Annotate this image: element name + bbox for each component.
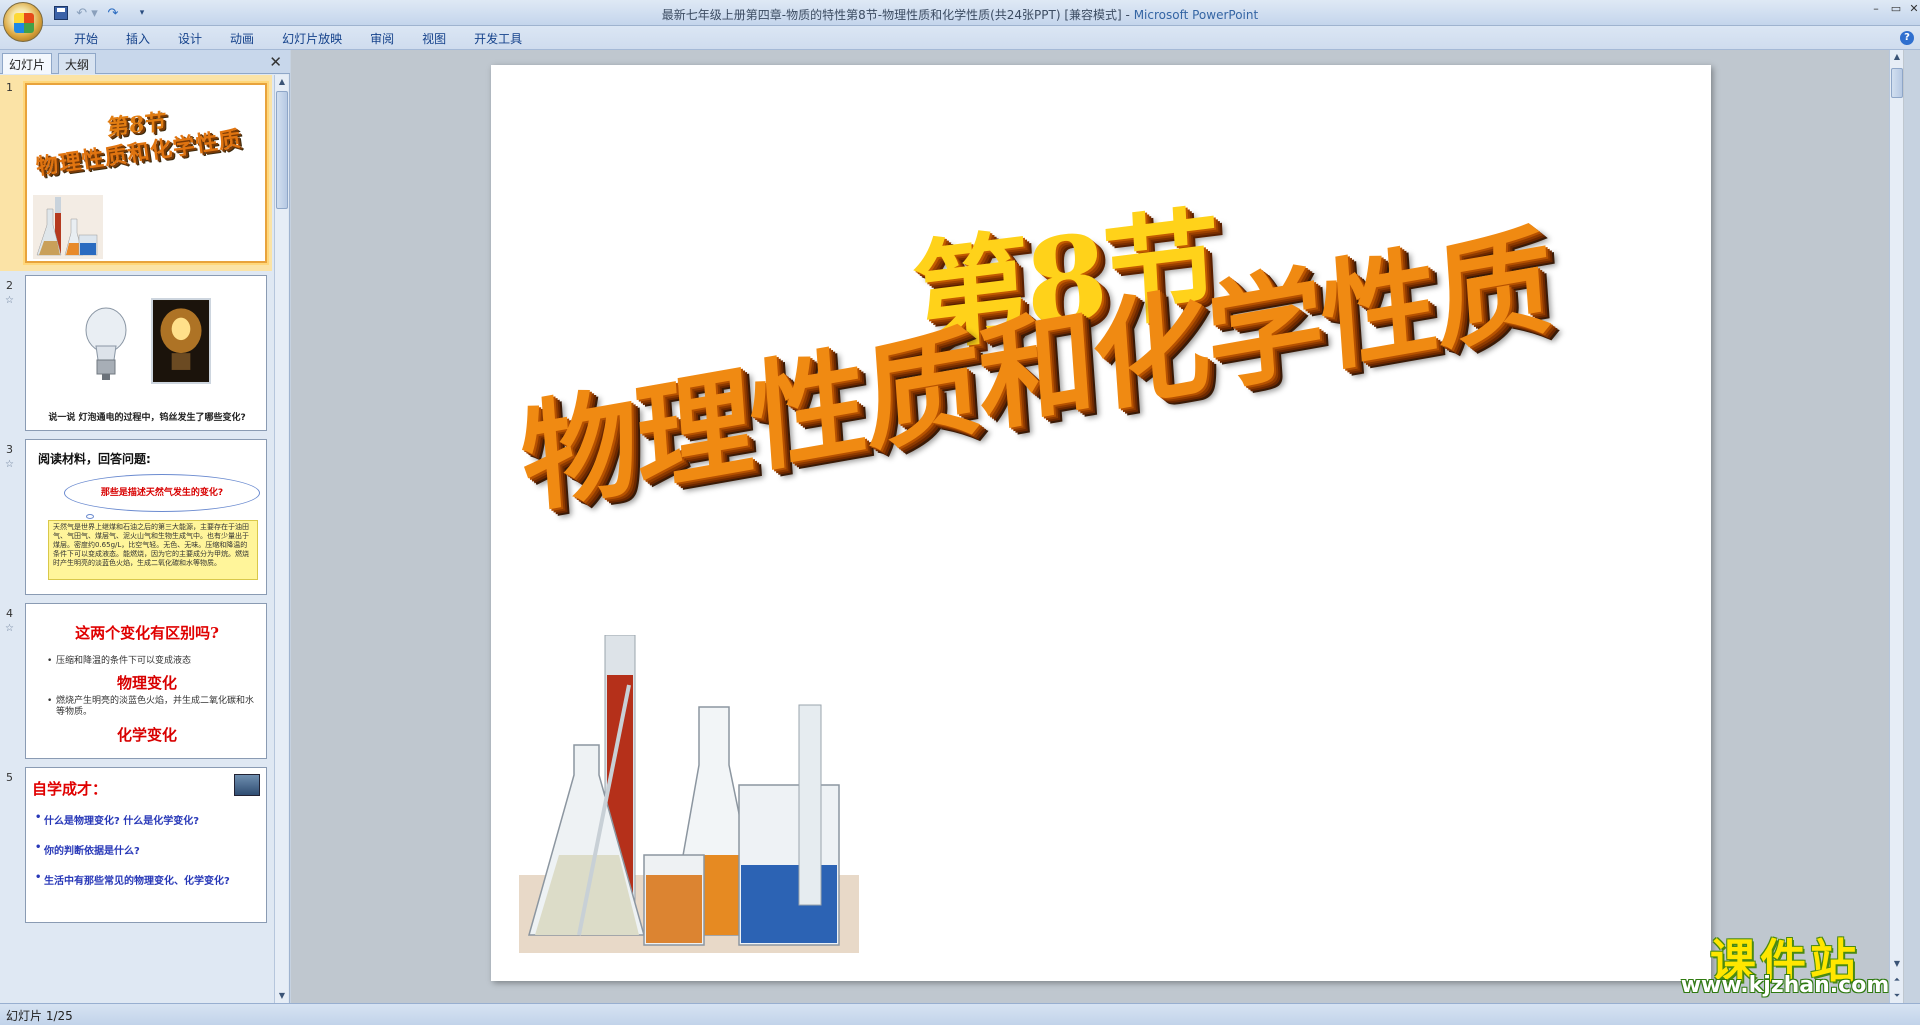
slide-number: 3	[6, 443, 13, 456]
slide-counter: 幻灯片 1/25	[6, 1009, 73, 1023]
thought-cloud: 那些是描述天然气发生的变化?	[64, 474, 260, 512]
reading-text: 天然气是世界上继煤和石油之后的第三大能源，主要存在于油田气、气田气、煤层气、泥火…	[48, 520, 258, 580]
animation-star-icon: ☆	[5, 459, 14, 470]
tab-slideshow[interactable]: 幻灯片放映	[268, 29, 356, 49]
thumbnail-row-3[interactable]: 3 ☆ 阅读材料，回答问题: 那些是描述天然气发生的变化? 天然气是世界上继煤和…	[0, 437, 272, 599]
lab-flasks-image[interactable]	[519, 635, 859, 953]
thumb-heading: 阅读材料，回答问题:	[38, 452, 151, 466]
light-bulb-on-image	[151, 298, 211, 384]
tab-insert[interactable]: 插入	[112, 29, 164, 49]
help-icon[interactable]: ?	[1900, 31, 1914, 45]
slide-number: 4	[6, 607, 13, 620]
slide-editing-area: 第8节 物理性质和化学性质 ▲ ▼ ⏶ ⏷	[291, 50, 1904, 1003]
ribbon: 开始 插入 设计 动画 幻灯片放映 审阅 视图 开发工具 ?	[0, 26, 1920, 50]
title-bar: ↶ ▾ ↷ ▾ 最新七年级上册第四章-物质的特性第8节-物理性质和化学性质(共2…	[0, 0, 1920, 42]
title-separator: -	[1121, 8, 1134, 22]
tab-slides[interactable]: 幻灯片	[2, 53, 53, 74]
watermark-url: www.kjzhan.com	[1680, 973, 1890, 998]
slide-number: 5	[6, 771, 13, 784]
cloud-bubble	[86, 514, 94, 519]
close-button[interactable]: ✕	[1904, 2, 1920, 16]
thumb-question: 生活中有那些常见的物理变化、化学变化?	[35, 872, 230, 887]
flasks-image	[33, 195, 103, 259]
light-bulb-off-image	[85, 307, 127, 380]
slide-number: 2	[6, 279, 13, 292]
thumb-heading-physical: 物理变化	[116, 674, 177, 692]
scroll-thumb[interactable]	[1891, 68, 1903, 98]
document-title: 最新七年级上册第四章-物质的特性第8节-物理性质和化学性质(共24张PPT) […	[661, 8, 1122, 22]
site-watermark: 课件站 www.kjzhan.com	[1665, 925, 1905, 998]
animation-star-icon: ☆	[5, 623, 14, 634]
minimize-button[interactable]: –	[1866, 2, 1886, 16]
tab-animations[interactable]: 动画	[216, 29, 268, 49]
slide-thumbnail-3[interactable]: 阅读材料，回答问题: 那些是描述天然气发生的变化? 天然气是世界上继煤和石油之后…	[25, 439, 267, 595]
scroll-up-icon[interactable]: ▲	[275, 75, 289, 89]
slide-thumbnail-2[interactable]: 说一说 灯泡通电的过程中，钨丝发生了哪些变化?	[25, 275, 267, 431]
app-name: Microsoft PowerPoint	[1133, 8, 1259, 22]
thumb-bullet: 压缩和降温的条件下可以变成液态	[47, 656, 256, 667]
office-button[interactable]	[3, 2, 43, 42]
tab-developer[interactable]: 开发工具	[460, 29, 536, 49]
tab-review[interactable]: 审阅	[356, 29, 408, 49]
thumb-caption: 说一说 灯泡通电的过程中，钨丝发生了哪些变化?	[48, 413, 246, 423]
thumb-question: 你的判断依据是什么?	[35, 842, 140, 857]
maximize-button[interactable]: ▭	[1886, 2, 1906, 16]
thumb-heading-chemical: 化学变化	[116, 726, 177, 744]
tab-design[interactable]: 设计	[164, 29, 216, 49]
office-logo-icon	[14, 13, 34, 33]
tab-home[interactable]: 开始	[60, 29, 112, 49]
thumbnail-scrollbar[interactable]: ▲ ▼	[274, 75, 288, 1003]
computer-icon	[234, 774, 260, 796]
thumb-bullet: 燃烧产生明亮的淡蓝色火焰，并生成二氧化碳和水等物质。	[47, 696, 256, 718]
slides-pane: 幻灯片 大纲 ✕ 1 第8节 物理性质和化学性质 2 ☆ 说一说 灯泡通电的过程…	[0, 50, 290, 1003]
tab-view[interactable]: 视图	[408, 29, 460, 49]
slide-thumbnail-5[interactable]: 自学成才： 什么是物理变化? 什么是化学变化? 你的判断依据是什么? 生活中有那…	[25, 767, 267, 923]
scroll-up-icon[interactable]: ▲	[1890, 50, 1904, 64]
pane-close-icon[interactable]: ✕	[269, 53, 282, 71]
ribbon-tabs: 开始 插入 设计 动画 幻灯片放映 审阅 视图 开发工具	[60, 29, 536, 49]
slide-thumbnail-4[interactable]: 这两个变化有区别吗? 压缩和降温的条件下可以变成液态 物理变化 燃烧产生明亮的淡…	[25, 603, 267, 759]
thumbnail-row-5[interactable]: 5 自学成才： 什么是物理变化? 什么是化学变化? 你的判断依据是什么? 生活中…	[0, 765, 272, 1003]
slide-scrollbar[interactable]: ▲ ▼ ⏶ ⏷	[1889, 50, 1903, 1003]
thumbnail-list: 1 第8节 物理性质和化学性质 2 ☆ 说一说 灯泡通电的过程中，钨丝发生了哪些…	[0, 75, 272, 1003]
current-slide[interactable]: 第8节 物理性质和化学性质	[491, 65, 1711, 981]
animation-star-icon: ☆	[5, 295, 14, 306]
thumb-title: 这两个变化有区别吗?	[75, 624, 219, 642]
tab-outline[interactable]: 大纲	[58, 53, 97, 74]
window-title: 最新七年级上册第四章-物质的特性第8节-物理性质和化学性质(共24张PPT) […	[0, 6, 1920, 23]
scroll-down-icon[interactable]: ▼	[275, 989, 289, 1003]
scroll-thumb[interactable]	[276, 91, 288, 209]
thumbnail-row-2[interactable]: 2 ☆ 说一说 灯泡通电的过程中，钨丝发生了哪些变化?	[0, 273, 272, 435]
pane-tabs: 幻灯片 大纲 ✕	[0, 50, 290, 74]
thumb-title: 自学成才：	[32, 780, 108, 798]
thumbnail-row-1[interactable]: 1 第8节 物理性质和化学性质	[0, 75, 272, 271]
status-bar: 幻灯片 1/25	[0, 1003, 1920, 1025]
thumbnail-row-4[interactable]: 4 ☆ 这两个变化有区别吗? 压缩和降温的条件下可以变成液态 物理变化 燃烧产生…	[0, 601, 272, 763]
slide-thumbnail-1[interactable]: 第8节 物理性质和化学性质	[25, 83, 267, 263]
slide-number: 1	[6, 81, 13, 94]
thumb-question: 什么是物理变化? 什么是化学变化?	[35, 812, 199, 827]
